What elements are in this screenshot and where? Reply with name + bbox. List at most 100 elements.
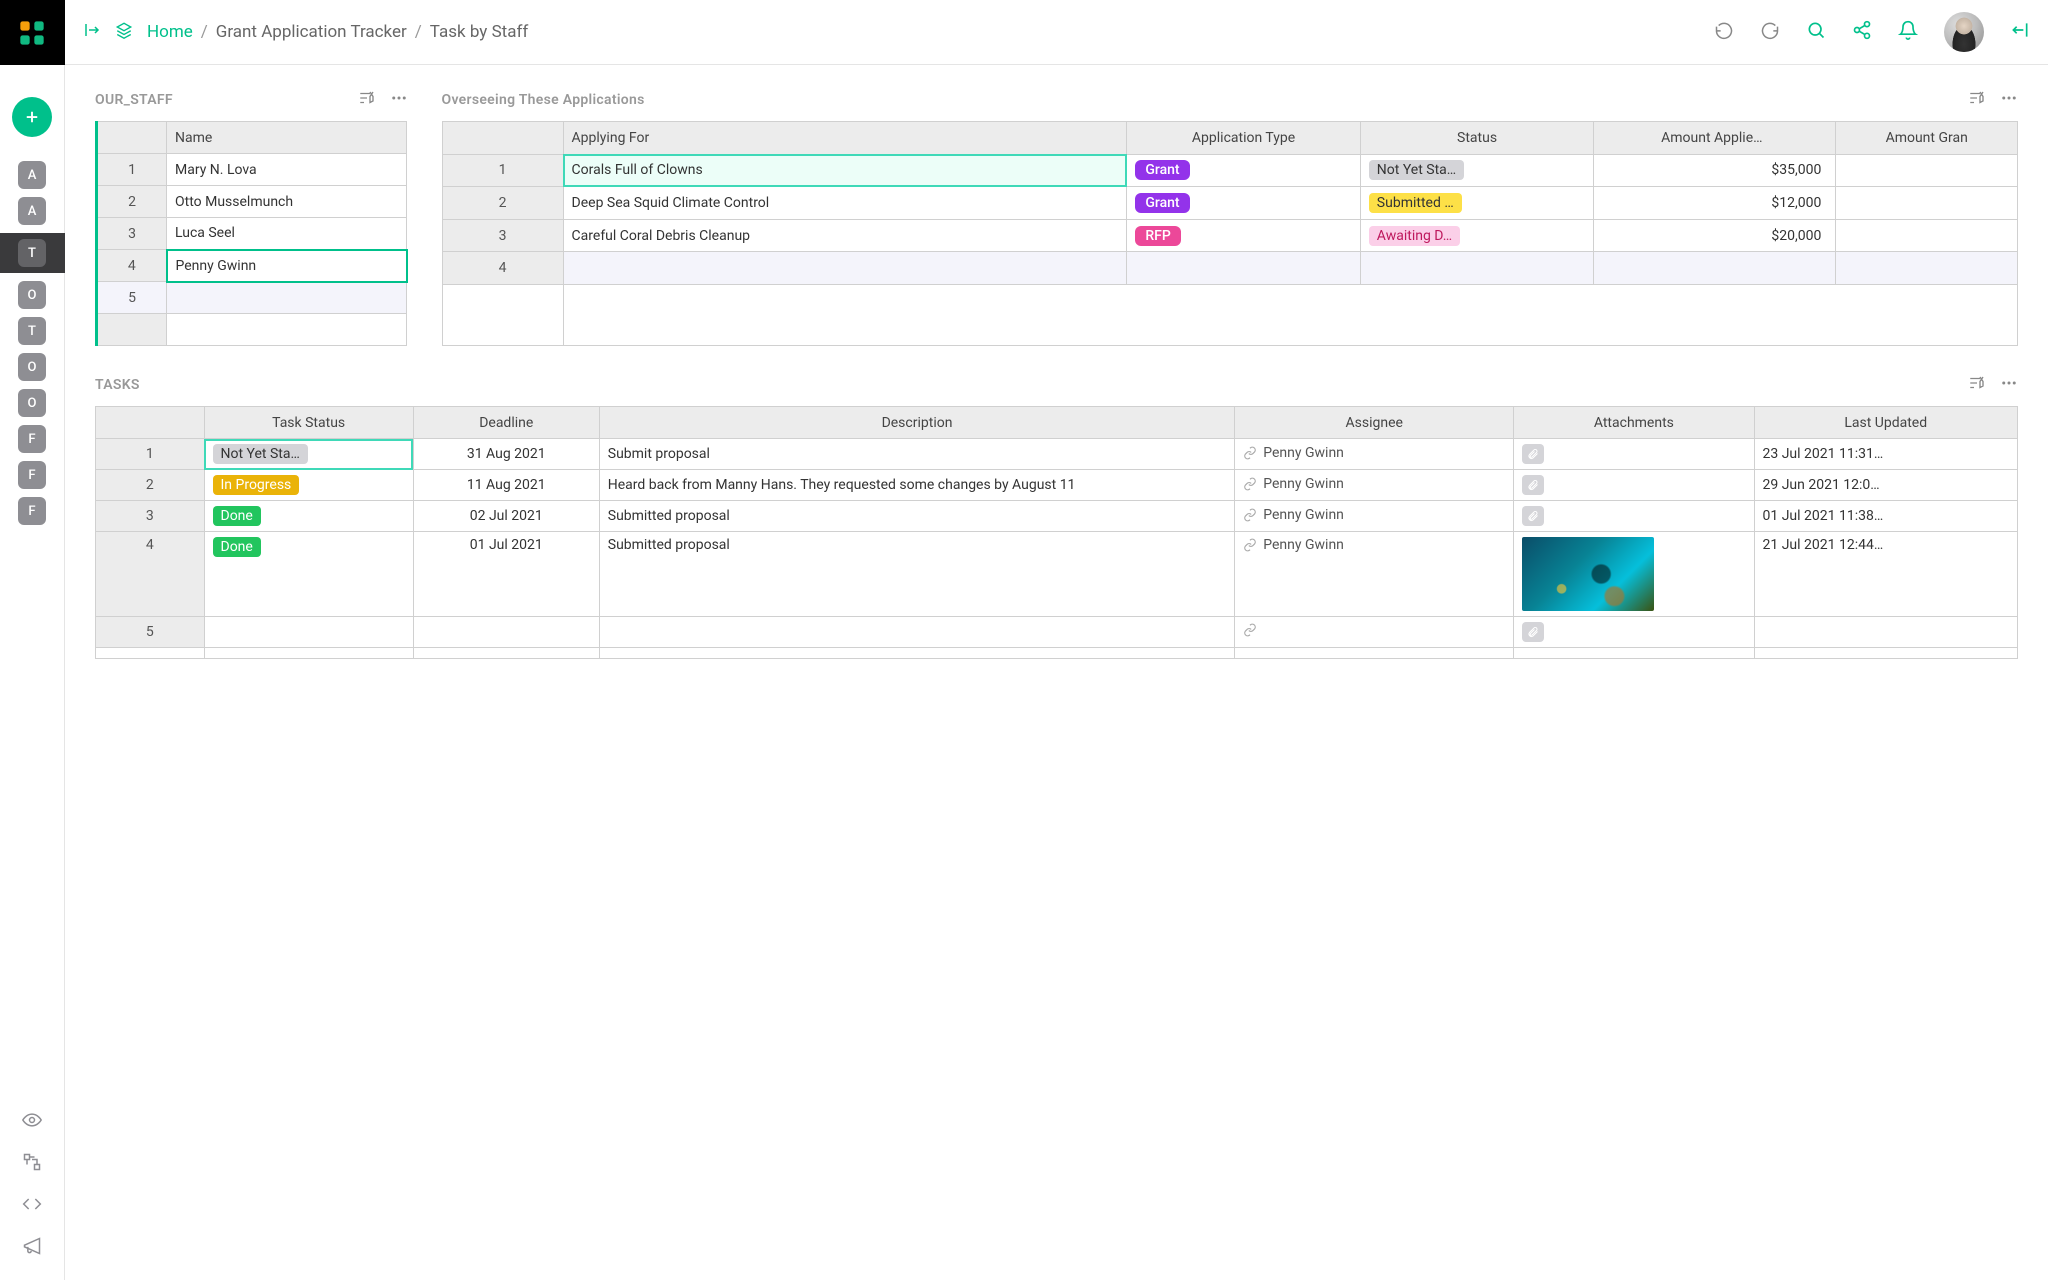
add-button[interactable] [12,97,52,137]
tasks-updated-cell[interactable]: 01 Jul 2021 11:38… [1754,501,2018,532]
sidebar-item-2[interactable]: T [0,233,65,273]
undo-icon[interactable] [1714,20,1734,44]
apps-status-cell[interactable] [1360,252,1593,285]
paperclip-icon[interactable] [1522,506,1544,526]
sidebar-item-1[interactable]: A [18,197,46,225]
staff-header-name[interactable]: Name [167,122,407,154]
paperclip-icon[interactable] [1522,475,1544,495]
tasks-status-cell[interactable]: Done [204,501,413,532]
search-icon[interactable] [1806,20,1826,44]
tasks-deadline-cell[interactable]: 31 Aug 2021 [413,439,599,470]
apps-status-cell[interactable]: Submitted … [1360,187,1593,220]
tasks-assignee-cell[interactable]: Penny Gwinn [1235,439,1514,470]
apps-amount-cell[interactable]: $20,000 [1594,219,1836,252]
staff-name-cell[interactable]: Luca Seel [167,218,407,250]
apps-applying-cell[interactable]: Corals Full of Clowns [563,154,1127,187]
apps-status-cell[interactable]: Awaiting D… [1360,219,1593,252]
tasks-updated-cell[interactable] [1754,617,2018,648]
apps-applying-cell[interactable] [563,252,1127,285]
apps-header-granted[interactable]: Amount Gran [1836,122,2018,155]
collapse-icon[interactable] [2010,20,2030,44]
more-icon[interactable] [2000,374,2018,396]
tasks-header-status[interactable]: Task Status [204,407,413,439]
code-icon[interactable] [22,1194,42,1218]
share-icon[interactable] [1852,20,1872,44]
tasks-status-cell[interactable] [204,617,413,648]
apps-granted-cell[interactable] [1836,154,2018,187]
tasks-attach-cell[interactable] [1514,501,1754,532]
sidebar-item-4[interactable]: T [18,317,46,345]
tasks-desc-cell[interactable]: Submit proposal [599,439,1235,470]
sidebar-item-7[interactable]: F [18,425,46,453]
layers-icon[interactable] [115,21,133,43]
staff-name-cell[interactable]: Mary N. Lova [167,154,407,186]
tasks-status-cell[interactable]: Not Yet Sta… [204,439,413,470]
apps-rownum[interactable]: 1 [442,154,563,187]
filter-icon[interactable] [1968,89,1986,111]
tasks-deadline-cell[interactable]: 01 Jul 2021 [413,532,599,617]
tasks-desc-cell[interactable]: Heard back from Manny Hans. They request… [599,470,1235,501]
apps-amount-cell[interactable]: $35,000 [1594,154,1836,187]
sidebar-item-3[interactable]: O [18,281,46,309]
apps-header-applying[interactable]: Applying For [563,122,1127,155]
attachment-thumbnail[interactable] [1522,537,1654,611]
preview-icon[interactable] [22,1110,42,1134]
apps-rownum[interactable]: 2 [442,187,563,220]
staff-rownum[interactable]: 1 [97,154,167,186]
apps-rownum[interactable]: 3 [442,219,563,252]
tasks-header-attach[interactable]: Attachments [1514,407,1754,439]
tasks-updated-cell[interactable]: 29 Jun 2021 12:0… [1754,470,2018,501]
apps-amount-cell[interactable] [1594,252,1836,285]
apps-type-cell[interactable] [1127,252,1360,285]
sidebar-item-9[interactable]: F [18,497,46,525]
apps-header-type[interactable]: Application Type [1127,122,1360,155]
tasks-rownum[interactable]: 1 [96,439,205,470]
apps-type-cell[interactable]: Grant [1127,187,1360,220]
paperclip-icon[interactable] [1522,622,1544,642]
apps-status-cell[interactable]: Not Yet Sta… [1360,154,1593,187]
bell-icon[interactable] [1898,20,1918,44]
apps-granted-cell[interactable] [1836,219,2018,252]
tasks-rownum[interactable]: 5 [96,617,205,648]
announce-icon[interactable] [22,1236,42,1260]
apps-granted-cell[interactable] [1836,252,2018,285]
applications-grid[interactable]: Applying ForApplication TypeStatusAmount… [442,121,2019,346]
filter-icon[interactable] [1968,374,1986,396]
tasks-assignee-cell[interactable] [1235,617,1514,648]
tasks-attach-cell[interactable] [1514,439,1754,470]
staff-rownum[interactable]: 4 [97,250,167,282]
filter-icon[interactable] [358,89,376,111]
tasks-updated-cell[interactable]: 21 Jul 2021 12:44… [1754,532,2018,617]
tasks-assignee-cell[interactable]: Penny Gwinn [1235,470,1514,501]
tasks-rownum[interactable]: 4 [96,532,205,617]
tasks-attach-cell[interactable] [1514,532,1754,617]
tasks-deadline-cell[interactable]: 11 Aug 2021 [413,470,599,501]
tasks-rownum[interactable]: 2 [96,470,205,501]
staff-rownum[interactable]: 2 [97,186,167,218]
tasks-status-cell[interactable]: Done [204,532,413,617]
tasks-assignee-cell[interactable]: Penny Gwinn [1235,532,1514,617]
sidebar-item-0[interactable]: A [18,161,46,189]
tasks-desc-cell[interactable] [599,617,1235,648]
tasks-attach-cell[interactable] [1514,617,1754,648]
expand-icon[interactable] [83,21,101,43]
tasks-rownum[interactable]: 3 [96,501,205,532]
more-icon[interactable] [390,89,408,111]
breadcrumb-home[interactable]: Home [147,22,193,42]
breadcrumb-tracker[interactable]: Grant Application Tracker [216,22,407,42]
apps-applying-cell[interactable]: Deep Sea Squid Climate Control [563,187,1127,220]
staff-rownum[interactable]: 5 [97,282,167,314]
app-logo[interactable] [0,0,65,65]
staff-name-cell[interactable] [167,282,407,314]
tasks-grid[interactable]: Task StatusDeadlineDescriptionAssigneeAt… [95,406,2018,659]
staff-name-cell[interactable]: Penny Gwinn [167,250,407,282]
apps-granted-cell[interactable] [1836,187,2018,220]
paperclip-icon[interactable] [1522,444,1544,464]
sidebar-item-5[interactable]: O [18,353,46,381]
tasks-header-updated[interactable]: Last Updated [1754,407,2018,439]
breadcrumb-leaf[interactable]: Task by Staff [430,22,529,42]
hierarchy-icon[interactable] [22,1152,42,1176]
tasks-attach-cell[interactable] [1514,470,1754,501]
tasks-deadline-cell[interactable] [413,617,599,648]
tasks-desc-cell[interactable]: Submitted proposal [599,501,1235,532]
